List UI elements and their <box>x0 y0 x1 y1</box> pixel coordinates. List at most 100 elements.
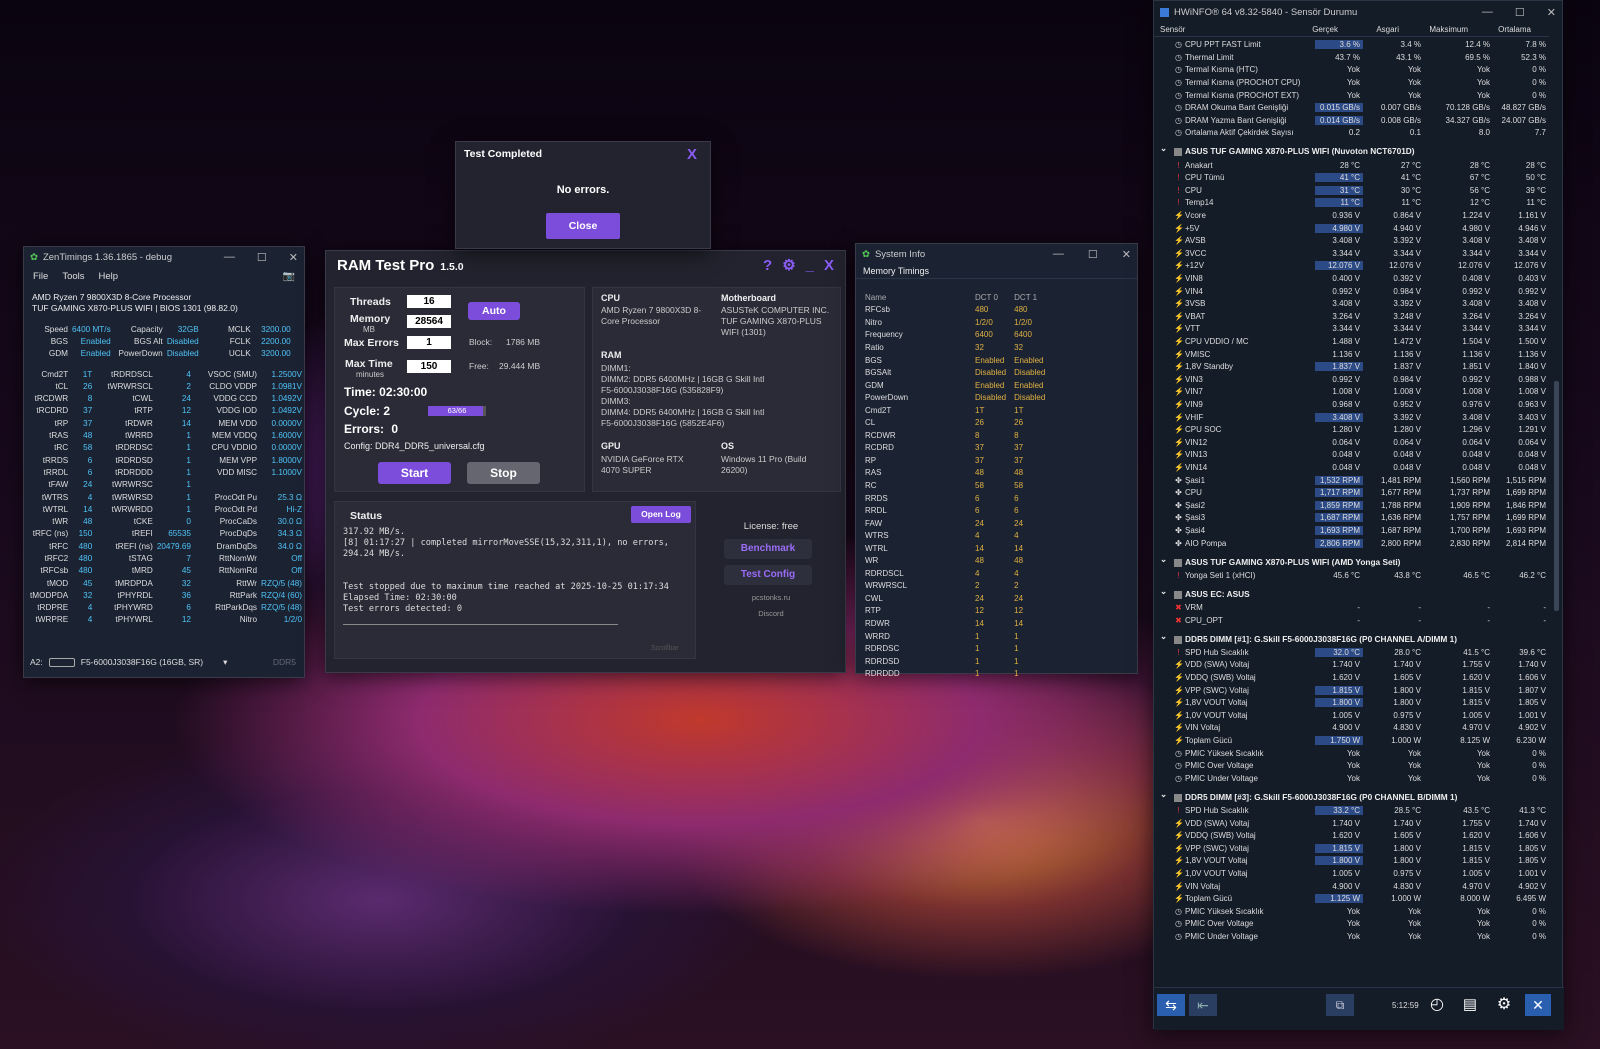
max-time-input[interactable]: 150 <box>407 360 451 373</box>
close-icon[interactable]: ✕ <box>1122 248 1131 261</box>
hw-sensor-row[interactable]: ⚡ VIN Voltaj 4.900 V 4.830 V 4.970 V 4.902 V <box>1154 880 1549 893</box>
minimize-icon[interactable]: — <box>1482 6 1493 19</box>
hw-sensor-row[interactable]: ◷ DRAM Yazma Bant Genişliği 0.014 GB/s 0.00… <box>1154 114 1549 127</box>
hw-sensor-row[interactable]: ⚡ VIN14 0.048 V 0.048 V 0.048 V 0.048 V <box>1154 461 1549 474</box>
hw-sensor-row[interactable]: ✖ CPU_OPT - - - - <box>1154 614 1549 627</box>
maximize-icon[interactable]: ☐ <box>257 251 267 264</box>
max-errors-input[interactable]: 1 <box>407 336 451 349</box>
hw-sensor-row[interactable]: ⚡ VIN Voltaj 4.900 V 4.830 V 4.970 V 4.902 V <box>1154 722 1549 735</box>
hw-sensor-row[interactable]: ⚡ VIN9 0.968 V 0.952 V 0.976 V 0.963 V <box>1154 398 1549 411</box>
hw-sensor-row[interactable]: ◷ PMIC Yüksek Sıcaklık Yok Yok Yok 0 % <box>1154 905 1549 918</box>
discord-link[interactable]: Discord <box>703 609 839 618</box>
hw-sensor-row[interactable]: ⚡ 1,8V Standby 1.837 V 1.837 V 1.851 V 1.840 … <box>1154 361 1549 374</box>
hw-sensor-row[interactable]: ✤ Şasi1 1,532 RPM 1,481 RPM 1,560 RPM 1,515 R… <box>1154 474 1549 487</box>
hw-sensor-row[interactable]: ⚡ VIN3 0.992 V 0.984 V 0.992 V 0.988 V <box>1154 373 1549 386</box>
hw-sensor-row[interactable]: ⚡ 1,0V VOUT Voltaj 1.005 V 0.975 V 1.005 V 1.… <box>1154 867 1549 880</box>
hw-titlebar[interactable]: HWiNFO® 64 v8.32-5840 - Sensör Durumu — ☐… <box>1154 1 1562 23</box>
close-icon[interactable]: X <box>687 146 697 163</box>
arrows-icon[interactable]: ⇆ <box>1157 994 1185 1016</box>
si-column-header[interactable]: DCT 0 <box>971 291 1010 304</box>
hw-sensor-row[interactable]: ◷ PMIC Over Voltage Yok Yok Yok 0 % <box>1154 918 1549 931</box>
hw-sensor-row[interactable]: ⚡ Toplam Gücü 1.125 W 1.000 W 8.000 W 6.495 W <box>1154 893 1549 906</box>
hw-sensor-row[interactable]: ⚡ VIN4 0.992 V 0.984 V 0.992 V 0.992 V <box>1154 285 1549 298</box>
hw-sensor-row[interactable]: ⚡ VIN13 0.048 V 0.048 V 0.048 V 0.048 V <box>1154 449 1549 462</box>
hw-sensor-row[interactable]: ⚡ VDDQ (SWB) Voltaj 1.620 V 1.605 V 1.620 V 1… <box>1154 830 1549 843</box>
hw-sensor-row[interactable]: ◷ Termal Kısma (PROCHOT EXT) Yok Yok Yok 0 % <box>1154 89 1549 102</box>
chevron-down-icon[interactable]: ⌄ <box>1160 554 1167 564</box>
stop-button[interactable]: Stop <box>467 462 540 484</box>
network-icon[interactable]: ⧉ <box>1326 994 1354 1016</box>
hw-sensor-row[interactable]: ✤ Şasi4 1,693 RPM 1,687 RPM 1,700 RPM 1,693 R… <box>1154 524 1549 537</box>
hw-sensor-row[interactable]: ⚡ VIN8 0.400 V 0.392 V 0.408 V 0.403 V <box>1154 272 1549 285</box>
benchmark-button[interactable]: Benchmark <box>724 539 812 559</box>
chevron-down-icon[interactable]: ▾ <box>223 657 227 668</box>
hw-sensor-row[interactable]: ◷ PMIC Over Voltage Yok Yok Yok 0 % <box>1154 760 1549 773</box>
hw-sensor-row[interactable]: ⚡ AVSB 3.408 V 3.392 V 3.408 V 3.408 V <box>1154 235 1549 248</box>
auto-button[interactable]: Auto <box>468 302 520 320</box>
clock-icon[interactable]: ◴ <box>1424 994 1450 1016</box>
hw-sensor-row[interactable]: ! Anakart 28 °C 27 °C 28 °C 28 °C <box>1154 159 1549 172</box>
hw-sensor-group[interactable]: ⌄ DDR5 DIMM [#3]: G.Skill F5-6000J3038F16… <box>1154 789 1549 804</box>
camera-icon[interactable]: 📷 <box>283 271 295 282</box>
si-column-header[interactable]: Name <box>861 291 971 304</box>
exit-icon[interactable]: ✕ <box>1525 994 1551 1016</box>
scrollbar-label[interactable]: Scrollbar <box>651 645 679 652</box>
help-icon[interactable]: ? <box>763 257 772 274</box>
hw-sensor-row[interactable]: ⚡ VHIF 3.408 V 3.392 V 3.408 V 3.403 V <box>1154 411 1549 424</box>
report-icon[interactable]: ▤ <box>1457 994 1483 1016</box>
si-column-header[interactable]: DCT 1 <box>1010 291 1070 304</box>
hw-sensor-row[interactable]: ◷ CPU PPT FAST Limit 3.6 % 3.4 % 12.4 % 7.8 % <box>1154 39 1549 52</box>
minimize-icon[interactable]: _ <box>806 257 814 274</box>
hw-sensor-row[interactable]: ! CPU Tümü 41 °C 41 °C 67 °C 50 °C <box>1154 172 1549 185</box>
hw-sensor-row[interactable]: ⚡ Toplam Gücü 1.750 W 1.000 W 8.125 W 6.230 W <box>1154 734 1549 747</box>
settings-icon[interactable]: ⚙ <box>1491 994 1517 1016</box>
close-icon[interactable]: X <box>824 257 834 274</box>
hw-sensor-row[interactable]: ! Yonga Seti 1 (xHCI) 45.6 °C 43.8 °C 46.5 °… <box>1154 569 1549 582</box>
col-min[interactable]: Asgari <box>1376 25 1399 34</box>
maximize-icon[interactable]: ☐ <box>1515 6 1525 19</box>
hw-sensor-row[interactable]: ✖ VRM - - - - <box>1154 601 1549 614</box>
memory-input[interactable]: 28564 <box>407 315 451 328</box>
chevron-down-icon[interactable]: ⌄ <box>1160 789 1167 799</box>
hw-sensor-row[interactable]: ⚡ VPP (SWC) Voltaj 1.815 V 1.800 V 1.815 V 1.… <box>1154 684 1549 697</box>
hw-sensor-row[interactable]: ⚡ VMISC 1.136 V 1.136 V 1.136 V 1.136 V <box>1154 348 1549 361</box>
hw-sensor-row[interactable]: ◷ Termal Kısma (PROCHOT CPU) Yok Yok Yok 0 % <box>1154 76 1549 89</box>
minimize-icon[interactable]: — <box>224 251 235 264</box>
test-config-button[interactable]: Test Config <box>724 565 812 585</box>
hw-sensor-row[interactable]: ⚡ 1,8V VOUT Voltaj 1.800 V 1.800 V 1.815 V 1.… <box>1154 855 1549 868</box>
zen-titlebar[interactable]: ✿ ZenTimings 1.36.1865 - debug — ☐ ✕ <box>24 247 304 267</box>
hw-sensor-row[interactable]: ✤ Şasi2 1,859 RPM 1,788 RPM 1,909 RPM 1,846 R… <box>1154 499 1549 512</box>
hw-sensor-row[interactable]: ⚡ VDD (SWA) Voltaj 1.740 V 1.740 V 1.755 V 1.… <box>1154 659 1549 672</box>
hw-sensor-group[interactable]: ⌄ DDR5 DIMM [#1]: G.Skill F5-6000J3038F16… <box>1154 631 1549 646</box>
start-button[interactable]: Start <box>378 462 451 484</box>
hw-sensor-row[interactable]: ⚡ VPP (SWC) Voltaj 1.815 V 1.800 V 1.815 V 1.… <box>1154 842 1549 855</box>
hw-sensor-row[interactable]: ◷ Termal Kısma (HTC) Yok Yok Yok 0 % <box>1154 64 1549 77</box>
hw-sensor-row[interactable]: ◷ Thermal Limit 43.7 % 43.1 % 69.5 % 52.3 % <box>1154 51 1549 64</box>
minimize-icon[interactable]: — <box>1053 248 1064 261</box>
chevron-down-icon[interactable]: ⌄ <box>1160 143 1167 153</box>
hw-sensor-row[interactable]: ⚡ 3VSB 3.408 V 3.392 V 3.408 V 3.408 V <box>1154 298 1549 311</box>
hw-sensor-row[interactable]: ✤ AIO Pompa 2,806 RPM 2,800 RPM 2,830 RPM 2,8… <box>1154 537 1549 550</box>
hw-sensor-group[interactable]: ⌄ ASUS EC: ASUS <box>1154 586 1549 601</box>
collapse-icon[interactable]: ⇤ <box>1189 994 1217 1016</box>
hw-sensor-row[interactable]: ⚡ CPU SOC 1.280 V 1.280 V 1.296 V 1.291 V <box>1154 424 1549 437</box>
tab-memory-timings[interactable]: Memory Timings <box>856 264 1137 279</box>
hw-sensor-row[interactable]: ⚡ +5V 4.980 V 4.940 V 4.980 V 4.946 V <box>1154 222 1549 235</box>
hw-sensor-row[interactable]: ⚡ Vcore 0.936 V 0.864 V 1.224 V 1.161 V <box>1154 209 1549 222</box>
hw-sensor-row[interactable]: ! CPU 31 °C 30 °C 56 °C 39 °C <box>1154 184 1549 197</box>
col-avg[interactable]: Ortalama <box>1498 25 1531 34</box>
hw-sensor-group[interactable]: ⌄ ASUS TUF GAMING X870-PLUS WIFI (AMD Yon… <box>1154 554 1549 569</box>
hw-sensor-row[interactable]: ⚡ 3VCC 3.344 V 3.344 V 3.344 V 3.344 V <box>1154 247 1549 260</box>
close-button[interactable]: Close <box>546 213 620 239</box>
threads-input[interactable]: 16 <box>407 295 451 308</box>
hw-sensor-row[interactable]: ✤ Şasi3 1,687 RPM 1,636 RPM 1,757 RPM 1,699 R… <box>1154 512 1549 525</box>
maximize-icon[interactable]: ☐ <box>1088 248 1098 261</box>
hw-sensor-row[interactable]: ⚡ VIN7 1.008 V 1.008 V 1.008 V 1.008 V <box>1154 386 1549 399</box>
close-icon[interactable]: ✕ <box>1547 6 1556 19</box>
zen-module-selector[interactable]: A2: F5-6000J3038F16G (16GB, SR) ▾ DDR5 <box>30 653 296 671</box>
si-titlebar[interactable]: ✿ System Info — ☐ ✕ <box>856 244 1137 264</box>
hw-sensor-row[interactable]: ! Temp14 11 °C 11 °C 12 °C 11 °C <box>1154 197 1549 210</box>
hw-sensor-row[interactable]: ⚡ 1,8V VOUT Voltaj 1.800 V 1.800 V 1.815 V 1.… <box>1154 697 1549 710</box>
hw-sensor-row[interactable]: ⚡ VIN12 0.064 V 0.064 V 0.064 V 0.064 V <box>1154 436 1549 449</box>
hw-sensor-row[interactable]: ! SPD Hub Sıcaklık 32.0 °C 28.0 °C 41.5 °C 39… <box>1154 646 1549 659</box>
